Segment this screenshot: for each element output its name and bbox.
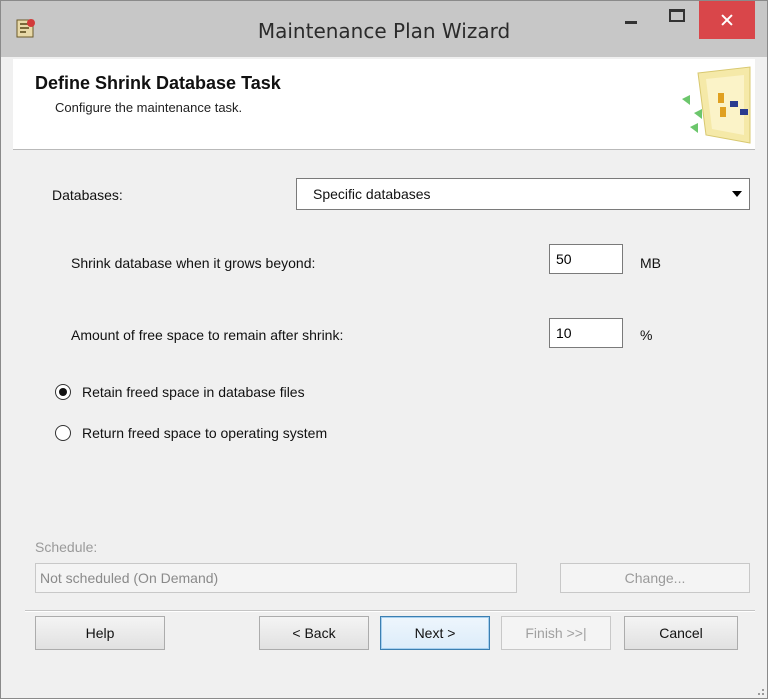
wizard-window: Maintenance Plan Wizard Define Shrink Da…: [0, 0, 768, 699]
wizard-header: Define Shrink Database Task Configure th…: [13, 59, 755, 150]
radio-button-selected[interactable]: [55, 384, 71, 400]
schedule-field: Not scheduled (On Demand): [35, 563, 517, 593]
maximize-button[interactable]: [655, 1, 699, 39]
schedule-label: Schedule:: [35, 539, 98, 555]
title-bar[interactable]: Maintenance Plan Wizard: [1, 1, 767, 57]
close-button[interactable]: [699, 1, 755, 39]
page-title: Define Shrink Database Task: [35, 73, 281, 93]
wizard-body: Databases: Specific databases Shrink dat…: [13, 150, 755, 690]
change-schedule-button: Change...: [560, 563, 750, 593]
back-button[interactable]: < Back: [259, 616, 369, 650]
next-button[interactable]: Next >: [380, 616, 490, 650]
cancel-button[interactable]: Cancel: [624, 616, 738, 650]
radio-retain-label: Retain freed space in database files: [82, 384, 305, 400]
shrink-threshold-label: Shrink database when it grows beyond:: [71, 255, 316, 271]
help-button[interactable]: Help: [35, 616, 165, 650]
free-space-input[interactable]: [549, 318, 623, 348]
databases-label: Databases:: [52, 187, 123, 203]
chevron-down-icon[interactable]: [727, 181, 747, 205]
resize-grip-icon[interactable]: [753, 684, 765, 696]
free-space-unit: %: [640, 327, 653, 343]
databases-selected-value: Specific databases: [313, 186, 431, 202]
finish-button: Finish >>|: [501, 616, 611, 650]
footer-divider: [25, 610, 755, 612]
databases-dropdown[interactable]: Specific databases: [296, 178, 750, 210]
radio-button-unselected[interactable]: [55, 425, 71, 441]
shrink-threshold-input[interactable]: [549, 244, 623, 274]
wizard-graphic-icon: [682, 66, 751, 144]
free-space-label: Amount of free space to remain after shr…: [71, 327, 344, 343]
shrink-threshold-unit: MB: [640, 255, 661, 271]
radio-return-label: Return freed space to operating system: [82, 425, 328, 441]
schedule-value: Not scheduled (On Demand): [40, 570, 219, 586]
page-subtitle: Configure the maintenance task.: [55, 100, 243, 115]
minimize-button[interactable]: [611, 1, 655, 39]
